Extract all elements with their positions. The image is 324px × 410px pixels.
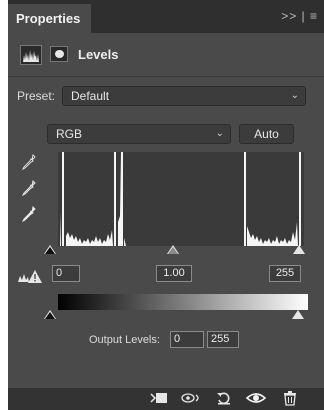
input-black-field[interactable]: 0 (52, 265, 80, 282)
input-white-field[interactable]: 255 (269, 265, 301, 282)
input-gamma-field[interactable]: 1.00 (156, 265, 192, 282)
mask-icon[interactable] (50, 46, 68, 62)
channel-value: RGB (56, 127, 83, 141)
histogram (58, 152, 304, 246)
output-white-field[interactable]: 255 (207, 331, 239, 348)
clipping-warning-icon[interactable] (17, 268, 43, 284)
levels-histogram-icon[interactable] (20, 45, 42, 65)
view-previous-state-icon[interactable] (180, 391, 202, 407)
properties-panel: Properties >> | ≡ Levels Preset: Default… (8, 0, 324, 410)
output-black-slider[interactable] (44, 310, 58, 322)
output-white-slider[interactable] (292, 310, 306, 322)
input-black-point-slider[interactable] (44, 245, 58, 257)
output-gradient-bar (58, 294, 308, 310)
panel-footer (8, 388, 324, 410)
white-eyedropper-icon[interactable] (21, 205, 36, 223)
reset-icon[interactable] (216, 391, 232, 407)
tab-properties[interactable]: Properties (8, 4, 91, 33)
preset-dropdown[interactable]: Default ⌄ (62, 86, 306, 106)
input-gamma-slider[interactable] (167, 245, 181, 257)
chevron-down-icon: ⌄ (290, 90, 299, 101)
output-black-field[interactable]: 0 (170, 331, 204, 348)
black-eyedropper-icon[interactable] (21, 153, 36, 171)
levels-header: Levels (8, 33, 324, 77)
output-levels-label: Output Levels: (89, 334, 160, 346)
preset-value: Default (71, 89, 110, 103)
preset-label: Preset: (17, 89, 56, 103)
adjustment-title: Levels (78, 47, 119, 62)
panel-tab-bar: Properties >> | ≡ (8, 0, 324, 33)
trash-icon[interactable] (282, 391, 298, 407)
channel-dropdown[interactable]: RGB ⌄ (47, 124, 231, 144)
clip-to-layer-icon[interactable] (149, 391, 169, 407)
chevron-down-icon: ⌄ (215, 128, 224, 139)
input-white-point-slider[interactable] (293, 245, 307, 257)
panel-menu-button[interactable]: >> | ≡ (281, 9, 318, 23)
gray-eyedropper-icon[interactable] (21, 179, 36, 197)
auto-button[interactable]: Auto (239, 124, 294, 144)
visibility-eye-icon[interactable] (245, 391, 267, 407)
